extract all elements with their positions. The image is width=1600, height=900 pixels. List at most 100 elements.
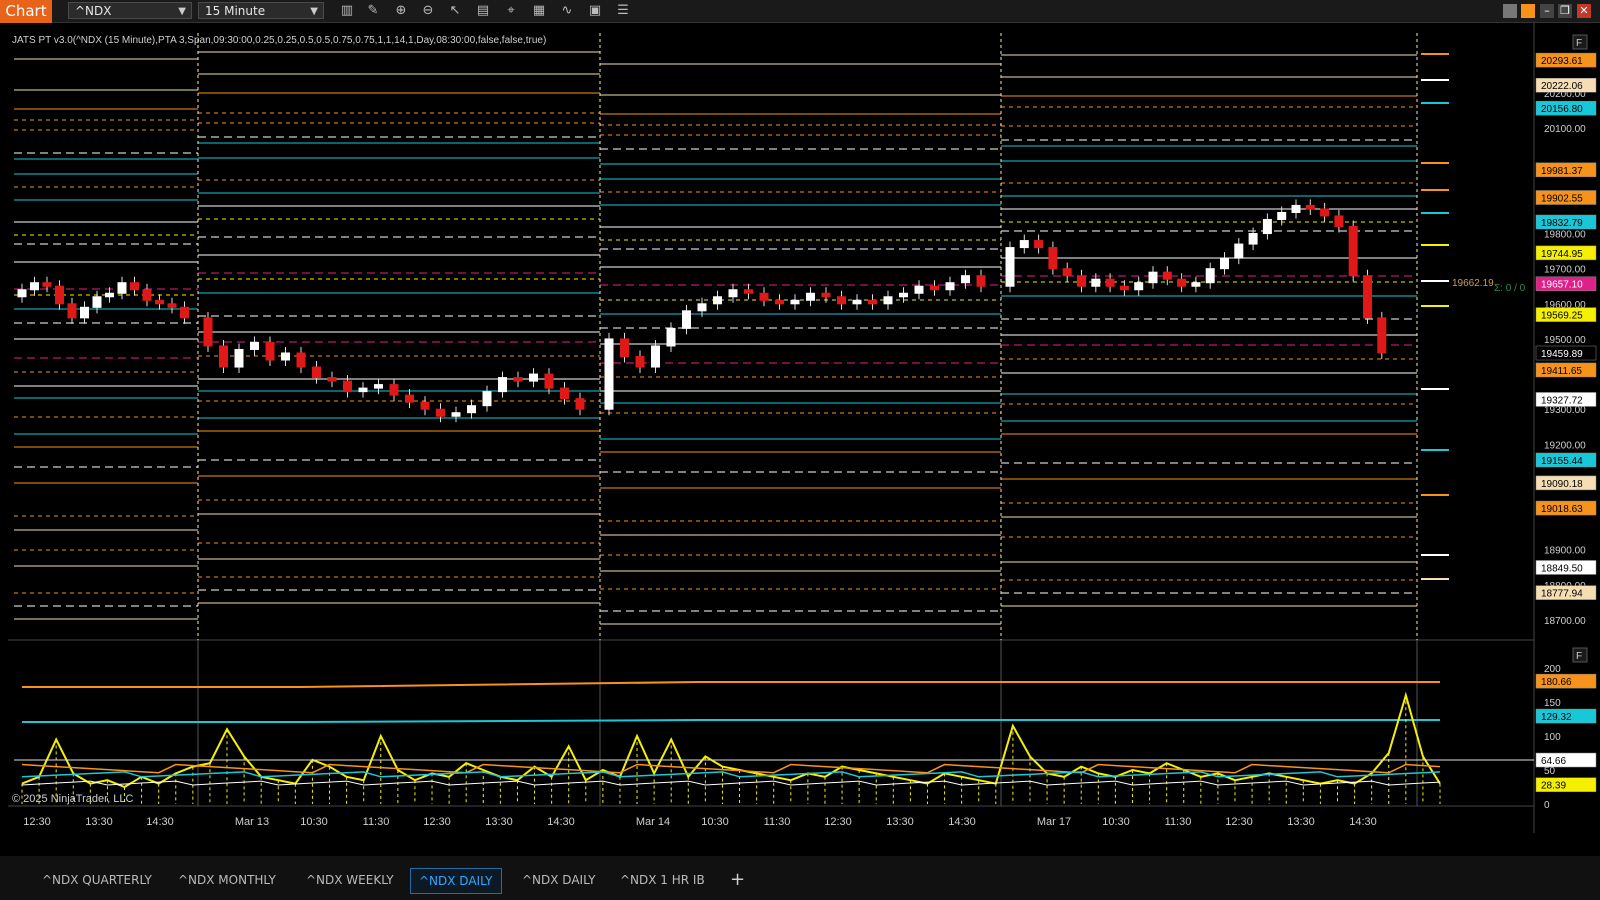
candle-body [1320, 208, 1330, 217]
candle-body [1048, 247, 1058, 270]
calculator-icon[interactable]: ▣ [586, 3, 604, 19]
candle-body [130, 282, 139, 291]
price-marker-label: 19411.65 [1541, 366, 1582, 377]
price-tick-label: 19800.00 [1544, 230, 1586, 241]
candle-body [513, 377, 523, 382]
bar-style-icon[interactable]: ▥ [338, 3, 356, 19]
candle-body [790, 299, 800, 305]
candle-body [155, 299, 164, 305]
chart-menu-button[interactable]: Chart [0, 0, 52, 23]
candle-body [651, 345, 660, 368]
candle-body [117, 282, 127, 294]
indicator-icon[interactable]: ∿ [558, 3, 576, 19]
indicator-label: JATS PT v3.0(^NDX (15 Minute),PTA 3,Span… [12, 35, 546, 46]
tab--ndx-daily[interactable]: ^NDX DAILY [410, 868, 502, 894]
candle-body [436, 408, 445, 417]
tab--ndx-weekly[interactable]: ^NDX WEEKLY [298, 868, 402, 892]
price-marker-label: 19569.25 [1541, 311, 1583, 322]
candle-body [1305, 204, 1315, 210]
candle-body [55, 285, 64, 305]
last-price-label: 19662.19 [1452, 278, 1494, 289]
price-tick-label: 19200.00 [1544, 440, 1586, 451]
candle-body [945, 282, 955, 291]
candle-body [312, 366, 321, 379]
indicator-tick-label: 200 [1544, 664, 1561, 675]
candle-body [1291, 204, 1301, 213]
candle-body [1377, 317, 1387, 354]
zoom-in-icon[interactable]: ⊕ [392, 3, 410, 19]
sum-label: Σ: 0 / 0 [1494, 283, 1526, 294]
candle-body [92, 296, 102, 308]
maximize-icon[interactable]: ❐ [1558, 4, 1572, 18]
time-tick-label: 10:30 [300, 816, 328, 828]
candle-body [105, 292, 114, 298]
candle-body [1248, 233, 1258, 245]
candle-body [868, 299, 877, 305]
tab--ndx-quarterly[interactable]: ^NDX QUARTERLY [34, 868, 160, 892]
candle-body [713, 296, 722, 305]
time-tick-label: 13:30 [485, 816, 513, 828]
interval-value: 15 Minute [205, 4, 266, 18]
candle-body [1277, 211, 1287, 220]
list-icon[interactable]: ☰ [614, 3, 632, 19]
instrument-selector[interactable]: ^NDX ▼ [68, 2, 192, 19]
candle-body [219, 345, 228, 368]
candle-body [1177, 278, 1187, 287]
data-box-icon[interactable]: ▤ [474, 3, 492, 19]
close-icon[interactable]: ✕ [1577, 4, 1591, 18]
minimize-icon[interactable]: – [1540, 4, 1554, 18]
time-tick-label: 10:30 [701, 816, 729, 828]
time-tick-label: 13:30 [1287, 816, 1315, 828]
interval-selector[interactable]: 15 Minute ▼ [198, 2, 324, 19]
indicator-tick-label: 50 [1544, 766, 1556, 777]
candle-body [327, 377, 337, 382]
candle-body [837, 296, 846, 305]
tab--ndx-1-hr-ib[interactable]: ^NDX 1 HR IB [612, 868, 713, 892]
chart-area[interactable]: JATS PT v3.0(^NDX (15 Minute),PTA 3,Span… [0, 23, 1600, 856]
candle-body [451, 412, 461, 417]
candle-body [1077, 275, 1086, 287]
chevron-down-icon: ▼ [310, 6, 318, 17]
candle-body [358, 387, 368, 393]
crosshair-icon[interactable]: ⌖ [502, 3, 520, 19]
tab--ndx-monthly[interactable]: ^NDX MONTHLY [170, 868, 284, 892]
candle-body [899, 292, 908, 298]
tab--ndx-daily[interactable]: ^NDX DAILY [514, 868, 604, 892]
price-marker-label: 18849.50 [1541, 563, 1583, 574]
candle-body [405, 394, 414, 403]
chart-toolbar: Chart ^NDX ▼ 15 Minute ▼ ▥ ✎ ⊕ ⊖ ↖ ▤ ⌖ ▦… [0, 0, 1600, 23]
candle-body [635, 356, 645, 368]
pencil-icon[interactable]: ✎ [364, 3, 382, 19]
indicator-marker-label: 64.66 [1541, 756, 1566, 767]
time-tick-label: 14:30 [146, 816, 174, 828]
price-marker-label: 19744.95 [1541, 249, 1583, 260]
candle-body [1234, 243, 1244, 259]
window-gray-icon[interactable] [1503, 4, 1517, 18]
candle-body [1334, 215, 1344, 228]
candle-body [666, 327, 676, 347]
time-tick-label: 13:30 [886, 816, 914, 828]
window-link-icon[interactable] [1521, 4, 1535, 18]
pointer-icon[interactable]: ↖ [446, 3, 464, 19]
candle-body [1363, 275, 1372, 319]
zoom-out-icon[interactable]: ⊖ [419, 3, 437, 19]
price-marker-label: 19155.44 [1541, 456, 1583, 467]
candle-body [544, 373, 554, 389]
candle-body [142, 289, 152, 301]
candle-body [1148, 271, 1158, 284]
candle-body [1062, 268, 1072, 277]
price-tick-label: 18700.00 [1544, 616, 1586, 627]
f-button-indicator-label: F [1576, 651, 1582, 662]
candle-body [728, 289, 738, 298]
candle-body [775, 299, 784, 305]
candle-body [961, 275, 970, 284]
strategy-icon[interactable]: ▦ [530, 3, 548, 19]
indicator-marker-label: 129.32 [1541, 712, 1572, 723]
candle-body [265, 341, 275, 361]
candle-body [167, 303, 177, 308]
candle-body [1162, 271, 1172, 280]
candle-body [67, 303, 77, 319]
candle-body [976, 275, 986, 287]
candle-body [575, 398, 585, 410]
add-tab-button[interactable]: + [722, 868, 753, 892]
